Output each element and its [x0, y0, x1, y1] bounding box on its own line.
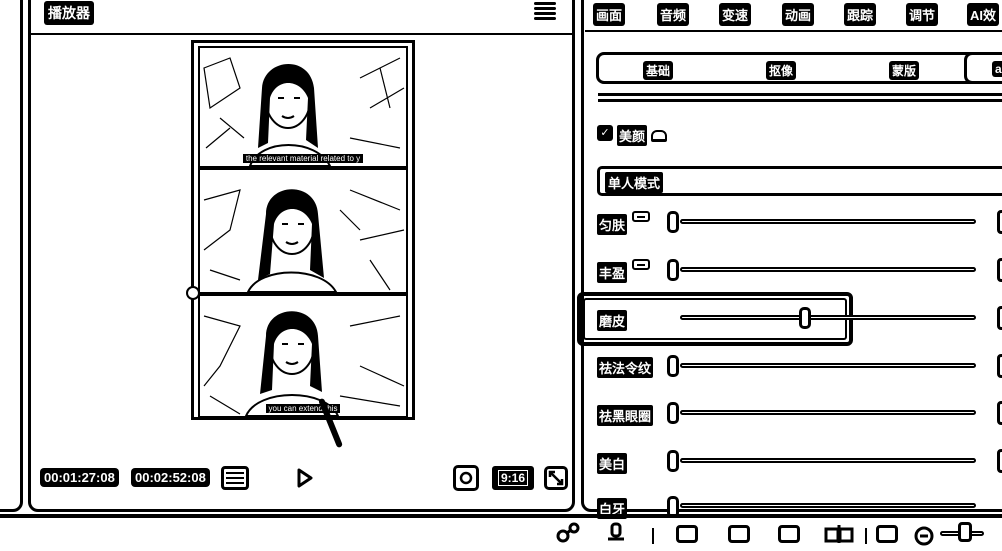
- slider-label-nasolabial: 祛法令纹: [597, 357, 654, 378]
- value-box-dark-circles[interactable]: [997, 401, 1002, 425]
- slider-track-nasolabial[interactable]: [680, 363, 976, 368]
- slider-track-smooth[interactable]: [680, 315, 976, 320]
- aspect-ratio-button[interactable]: 9:16: [492, 466, 535, 490]
- vip-icon: [632, 211, 650, 222]
- player-title: 播放器: [44, 1, 94, 25]
- hamburger-menu-icon[interactable]: [534, 0, 556, 20]
- beauty-label: 美颜: [617, 125, 648, 146]
- slider-knob-fill[interactable]: [667, 259, 679, 281]
- split-icon[interactable]: [676, 525, 698, 543]
- replace-icon[interactable]: [778, 525, 800, 543]
- magic-icon[interactable]: [556, 522, 580, 549]
- sub-tab-beauty[interactable]: a: [992, 61, 1002, 77]
- slider-label-smooth: 磨皮: [597, 310, 628, 331]
- slider-track-dark-circles[interactable]: [680, 410, 976, 415]
- section-divider: [598, 93, 1002, 96]
- total-time: 00:02:52:08: [131, 468, 210, 487]
- beauty-checkbox[interactable]: ✓: [597, 125, 613, 141]
- freeze-icon[interactable]: [728, 525, 750, 543]
- tab-divider: [585, 30, 1002, 32]
- sub-tab-mask[interactable]: 蒙版: [889, 61, 920, 80]
- sub-tab-cutout[interactable]: 抠像: [766, 61, 797, 80]
- toolbar-separator: [865, 528, 867, 544]
- zoom-slider[interactable]: [940, 522, 1000, 542]
- tab-picture[interactable]: 画面: [593, 3, 626, 26]
- video-frame-2: [198, 168, 408, 294]
- slider-label-whiten: 美白: [597, 453, 628, 474]
- toolbar-separator: [652, 528, 654, 544]
- slider-label-fill: 丰盈: [597, 262, 628, 283]
- tab-ai-effects[interactable]: AI效: [967, 3, 1000, 26]
- fullscreen-icon[interactable]: [544, 466, 568, 490]
- slider-label-dark-circles: 祛黑眼圈: [597, 405, 654, 426]
- preview-icon[interactable]: [876, 525, 898, 543]
- player-header-divider: [31, 33, 572, 35]
- tab-tracking[interactable]: 跟踪: [844, 3, 877, 26]
- video-caption-1: the relevant material related to y: [242, 154, 364, 163]
- tab-audio[interactable]: 音频: [657, 3, 690, 26]
- zoom-out-icon[interactable]: [913, 524, 937, 551]
- aspect-ratio-label: 9:16: [498, 470, 529, 486]
- video-preview[interactable]: the relevant material related to y you c…: [191, 40, 415, 420]
- vip-icon: [632, 259, 650, 270]
- mode-select-value: 单人模式: [605, 172, 664, 193]
- tab-adjust[interactable]: 调节: [906, 3, 939, 26]
- slider-track-even-skin[interactable]: [680, 219, 976, 224]
- value-box-whiten[interactable]: [997, 449, 1002, 473]
- slider-knob-smooth[interactable]: [799, 307, 811, 329]
- left-panel: [0, 0, 23, 512]
- slider-track-whiten[interactable]: [680, 458, 976, 463]
- slider-track-white-teeth[interactable]: [680, 503, 976, 508]
- current-time: 00:01:27:08: [40, 468, 119, 487]
- slider-knob-even-skin[interactable]: [667, 211, 679, 233]
- list-icon[interactable]: [221, 466, 249, 490]
- slider-label-even-skin: 匀肤: [597, 214, 628, 235]
- section-divider: [598, 99, 1002, 102]
- slider-knob-dark-circles[interactable]: [667, 402, 679, 424]
- sub-tab-basic[interactable]: 基础: [643, 61, 674, 80]
- bottom-divider: [0, 514, 1002, 518]
- video-frame-3: you can extend this: [198, 294, 408, 417]
- slider-knob-whiten[interactable]: [667, 450, 679, 472]
- microphone-icon[interactable]: [604, 522, 628, 549]
- crop-handle[interactable]: [186, 286, 200, 300]
- cloud-icon: [651, 130, 667, 142]
- video-frame-1: the relevant material related to y: [198, 46, 408, 168]
- slider-knob-nasolabial[interactable]: [667, 355, 679, 377]
- value-box-even-skin[interactable]: [997, 210, 1002, 234]
- value-box-fill[interactable]: [997, 258, 1002, 282]
- play-icon[interactable]: [296, 467, 314, 494]
- value-box-smooth[interactable]: [997, 306, 1002, 330]
- tab-animation[interactable]: 动画: [782, 3, 815, 26]
- slider-track-fill[interactable]: [680, 267, 976, 272]
- value-box-nasolabial[interactable]: [997, 354, 1002, 378]
- fit-screen-icon[interactable]: [453, 465, 479, 491]
- tab-speed[interactable]: 变速: [719, 3, 752, 26]
